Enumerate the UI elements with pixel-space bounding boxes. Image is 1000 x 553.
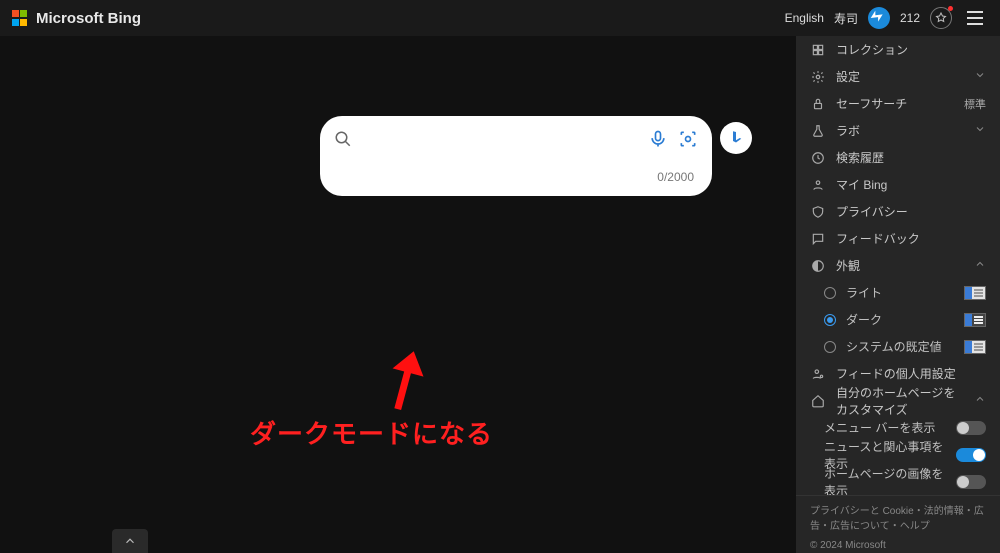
menu-history[interactable]: 検索履歴 bbox=[796, 144, 1000, 171]
option-label: システムの既定値 bbox=[846, 338, 954, 355]
toggle-switch[interactable] bbox=[956, 448, 986, 462]
chevron-down-icon bbox=[974, 69, 986, 84]
search-box[interactable]: 0/2000 bbox=[320, 116, 712, 196]
theme-preview-dark-icon bbox=[964, 313, 986, 327]
image-search-icon[interactable] bbox=[678, 129, 698, 152]
person-icon bbox=[810, 177, 826, 193]
search-input[interactable] bbox=[360, 132, 640, 149]
menu-mybing[interactable]: マイ Bing bbox=[796, 171, 1000, 198]
menu-label: フィードの個人用設定 bbox=[836, 365, 986, 382]
menu-appearance[interactable]: 外観 bbox=[796, 252, 1000, 279]
search-area: 0/2000 bbox=[320, 116, 752, 196]
toggle-switch[interactable] bbox=[956, 421, 986, 435]
menu-label: 設定 bbox=[836, 68, 964, 85]
footer-copyright: © 2024 Microsoft bbox=[810, 538, 986, 553]
toggle-label: メニュー バーを表示 bbox=[824, 419, 946, 436]
menu-customize-home[interactable]: 自分のホームページをカスタマイズ bbox=[796, 387, 1000, 414]
menu-label: 自分のホームページをカスタマイズ bbox=[836, 384, 964, 418]
menu-label: 外観 bbox=[836, 257, 964, 274]
option-label: ライト bbox=[846, 284, 954, 301]
menu-label: ラボ bbox=[836, 122, 964, 139]
menu-label: セーフサーチ bbox=[836, 95, 954, 112]
points-label[interactable]: 212 bbox=[900, 11, 920, 25]
radio-icon bbox=[824, 314, 836, 326]
annotation-text: ダークモードになる bbox=[250, 414, 493, 451]
footer-links[interactable]: プライバシーと Cookie・法的情報・広告・広告について・ヘルプ bbox=[810, 504, 986, 534]
bing-chat-icon[interactable] bbox=[720, 122, 752, 154]
hamburger-menu-button[interactable] bbox=[962, 5, 988, 31]
toggle-homepage-image[interactable]: ホームページの画像を表示 bbox=[796, 468, 1000, 495]
menu-label: 検索履歴 bbox=[836, 149, 986, 166]
appearance-option-dark[interactable]: ダーク bbox=[796, 306, 1000, 333]
theme-preview-system-icon bbox=[964, 340, 986, 354]
lock-icon bbox=[810, 96, 826, 112]
collections-icon bbox=[810, 42, 826, 58]
menu-settings[interactable]: 設定 bbox=[796, 63, 1000, 90]
search-icon[interactable] bbox=[334, 130, 352, 151]
appearance-option-system[interactable]: システムの既定値 bbox=[796, 333, 1000, 360]
radio-icon bbox=[824, 287, 836, 299]
flask-icon bbox=[810, 123, 826, 139]
char-counter: 0/2000 bbox=[657, 170, 694, 184]
menu-label: フィードバック bbox=[836, 230, 986, 247]
header: Microsoft Bing English 寿司 212 bbox=[0, 0, 1000, 36]
toggle-label: ホームページの画像を表示 bbox=[824, 465, 946, 499]
menu-label: マイ Bing bbox=[836, 176, 986, 193]
theme-preview-light-icon bbox=[964, 286, 986, 300]
avatar-icon[interactable] bbox=[868, 7, 890, 29]
menu-privacy[interactable]: プライバシー bbox=[796, 198, 1000, 225]
chat-icon bbox=[810, 231, 826, 247]
chevron-down-icon bbox=[974, 123, 986, 138]
gear-icon bbox=[810, 69, 826, 85]
menu-safesearch[interactable]: セーフサーチ 標準 bbox=[796, 90, 1000, 117]
contrast-icon bbox=[810, 258, 826, 274]
header-right: English 寿司 212 bbox=[785, 5, 988, 31]
option-label: ダーク bbox=[846, 311, 954, 328]
rewards-icon[interactable] bbox=[930, 7, 952, 29]
settings-panel: コレクション 設定 セーフサーチ 標準 ラボ 検索履歴 マイ Bing プライバ… bbox=[796, 36, 1000, 553]
mic-icon[interactable] bbox=[648, 129, 668, 152]
safesearch-value: 標準 bbox=[964, 96, 986, 112]
menu-feedback[interactable]: フィードバック bbox=[796, 225, 1000, 252]
microsoft-logo-icon bbox=[12, 10, 28, 26]
menu-labs[interactable]: ラボ bbox=[796, 117, 1000, 144]
chevron-up-icon bbox=[974, 393, 986, 408]
menu-collections[interactable]: コレクション bbox=[796, 36, 1000, 63]
appearance-option-light[interactable]: ライト bbox=[796, 279, 1000, 306]
shield-icon bbox=[810, 204, 826, 220]
username-label[interactable]: 寿司 bbox=[834, 10, 858, 27]
menu-label: コレクション bbox=[836, 41, 986, 58]
language-link[interactable]: English bbox=[785, 11, 824, 25]
scroll-to-top-button[interactable] bbox=[112, 529, 148, 553]
clock-icon bbox=[810, 150, 826, 166]
menu-label: プライバシー bbox=[836, 203, 986, 220]
logo-group[interactable]: Microsoft Bing bbox=[12, 10, 141, 27]
person-settings-icon bbox=[810, 366, 826, 382]
panel-footer: プライバシーと Cookie・法的情報・広告・広告について・ヘルプ © 2024… bbox=[796, 495, 1000, 553]
brand-label: Microsoft Bing bbox=[36, 10, 141, 27]
radio-icon bbox=[824, 341, 836, 353]
toggle-switch[interactable] bbox=[956, 475, 986, 489]
chevron-up-icon bbox=[974, 258, 986, 273]
home-icon bbox=[810, 393, 826, 409]
annotation-arrow-icon bbox=[383, 347, 428, 413]
